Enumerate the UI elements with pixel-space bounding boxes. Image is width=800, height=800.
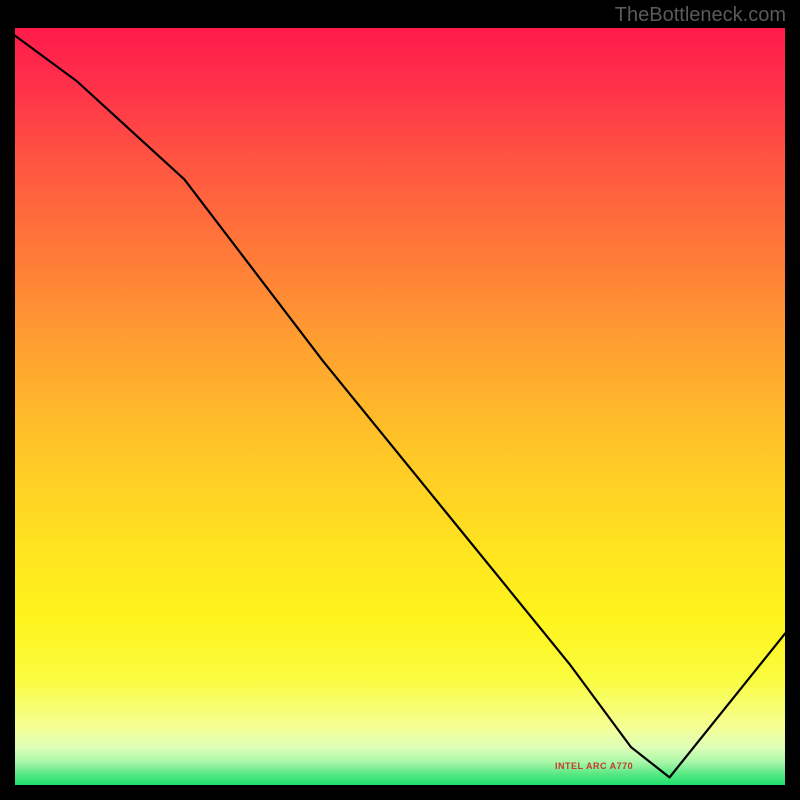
bottleneck-curve [15,36,785,778]
floor-label: INTEL ARC A770 [555,761,633,771]
curve-svg [15,28,785,785]
bottleneck-heat-chart: INTEL ARC A770 [15,28,785,785]
watermark-text: TheBottleneck.com [615,4,786,27]
